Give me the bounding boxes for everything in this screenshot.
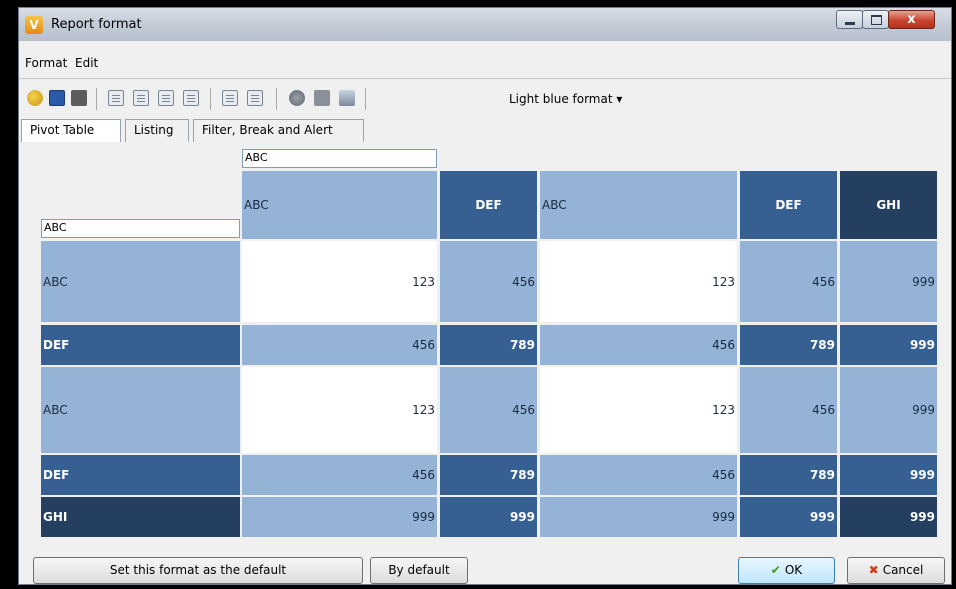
format-dropdown[interactable]: Light blue format ▾ xyxy=(509,92,622,106)
table-cell: 456 xyxy=(440,367,537,453)
tool-2-icon[interactable] xyxy=(314,90,330,106)
by-default-button[interactable]: By default xyxy=(370,557,468,584)
column-field-box[interactable]: ABC xyxy=(242,149,437,168)
close-button[interactable]: x xyxy=(888,10,935,29)
menu-edit[interactable]: Edit xyxy=(75,56,98,70)
tool-1-icon[interactable] xyxy=(289,90,305,106)
table-cell: 789 xyxy=(740,455,837,495)
table-cell: 123 xyxy=(242,367,437,453)
table-cell: 456 xyxy=(540,455,737,495)
title-bar: V Report format x xyxy=(19,8,951,41)
column-header: DEF xyxy=(440,171,537,239)
table-cell: 456 xyxy=(242,455,437,495)
format-5-icon[interactable] xyxy=(222,90,238,106)
table-cell: 123 xyxy=(242,241,437,322)
close-icon: x xyxy=(907,12,916,27)
column-header: GHI xyxy=(840,171,937,239)
format-4-icon[interactable] xyxy=(183,90,199,106)
tab-filter-break-alert[interactable]: Filter, Break and Alert xyxy=(193,119,364,142)
table-cell: 456 xyxy=(740,367,837,453)
toolbar: Light blue format ▾ xyxy=(19,79,951,119)
save-icon[interactable] xyxy=(49,90,65,106)
dialog-footer: Set this format as the default By defaul… xyxy=(19,548,951,586)
checkmark-icon: ✔ xyxy=(770,563,781,577)
format-dropdown-label: Light blue format xyxy=(509,92,613,106)
table-cell: 789 xyxy=(440,325,537,365)
minimize-button[interactable] xyxy=(836,10,863,29)
app-icon: V xyxy=(25,16,43,34)
ok-button[interactable]: ✔ OK xyxy=(738,557,835,584)
set-default-button[interactable]: Set this format as the default xyxy=(33,557,363,584)
table-cell: 456 xyxy=(740,241,837,322)
tab-bar: Pivot Table Listing Filter, Break and Al… xyxy=(19,119,951,142)
background-strip xyxy=(0,0,18,589)
row-field-box[interactable]: ABC xyxy=(41,219,240,238)
tab-pivot-table[interactable]: Pivot Table xyxy=(21,119,121,142)
table-cell: 999 xyxy=(840,241,937,322)
format-6-icon[interactable] xyxy=(247,90,263,106)
table-cell: 123 xyxy=(540,241,737,322)
column-header: DEF xyxy=(740,171,837,239)
cancel-button[interactable]: ✖ Cancel xyxy=(847,557,945,584)
table-cell: 999 xyxy=(840,497,937,537)
table-cell: 999 xyxy=(740,497,837,537)
toolbar-separator xyxy=(365,88,366,110)
pivot-preview: ABC ABC ABC DEF ABC DEF GHI ABC 123 456 … xyxy=(19,142,951,539)
column-header: ABC xyxy=(540,171,737,239)
table-cell: 999 xyxy=(540,497,737,537)
ok-label: OK xyxy=(784,563,803,577)
menu-format[interactable]: Format xyxy=(25,56,67,70)
toolbar-separator xyxy=(210,88,211,110)
tool-3-icon[interactable] xyxy=(339,90,355,106)
row-header: DEF xyxy=(41,455,240,495)
table-cell: 789 xyxy=(740,325,837,365)
row-header: GHI xyxy=(41,497,240,537)
row-header: ABC xyxy=(41,367,240,453)
table-cell: 999 xyxy=(840,367,937,453)
table-cell: 999 xyxy=(440,497,537,537)
toolbar-separator xyxy=(276,88,277,110)
row-header: DEF xyxy=(41,325,240,365)
table-cell: 789 xyxy=(440,455,537,495)
maximize-button[interactable] xyxy=(862,10,889,29)
open-icon[interactable] xyxy=(27,90,43,106)
format-1-icon[interactable] xyxy=(108,90,124,106)
toolbar-separator xyxy=(96,88,97,110)
menu-bar: Format Edit xyxy=(19,41,951,79)
window-title: Report format xyxy=(51,17,142,32)
cancel-icon: ✖ xyxy=(868,563,879,577)
format-2-icon[interactable] xyxy=(133,90,149,106)
table-cell: 456 xyxy=(540,325,737,365)
report-format-window: V Report format x Format Edit Light blue… xyxy=(18,7,952,585)
table-cell: 999 xyxy=(840,325,937,365)
table-cell: 456 xyxy=(440,241,537,322)
column-header: ABC xyxy=(242,171,437,239)
table-cell: 456 xyxy=(242,325,437,365)
table-cell: 999 xyxy=(840,455,937,495)
table-cell: 999 xyxy=(242,497,437,537)
chevron-down-icon: ▾ xyxy=(616,92,623,106)
tab-listing[interactable]: Listing xyxy=(125,119,189,142)
format-3-icon[interactable] xyxy=(158,90,174,106)
stop-icon[interactable] xyxy=(71,90,87,106)
cancel-label: Cancel xyxy=(882,563,924,577)
table-cell: 123 xyxy=(540,367,737,453)
row-header: ABC xyxy=(41,241,240,322)
